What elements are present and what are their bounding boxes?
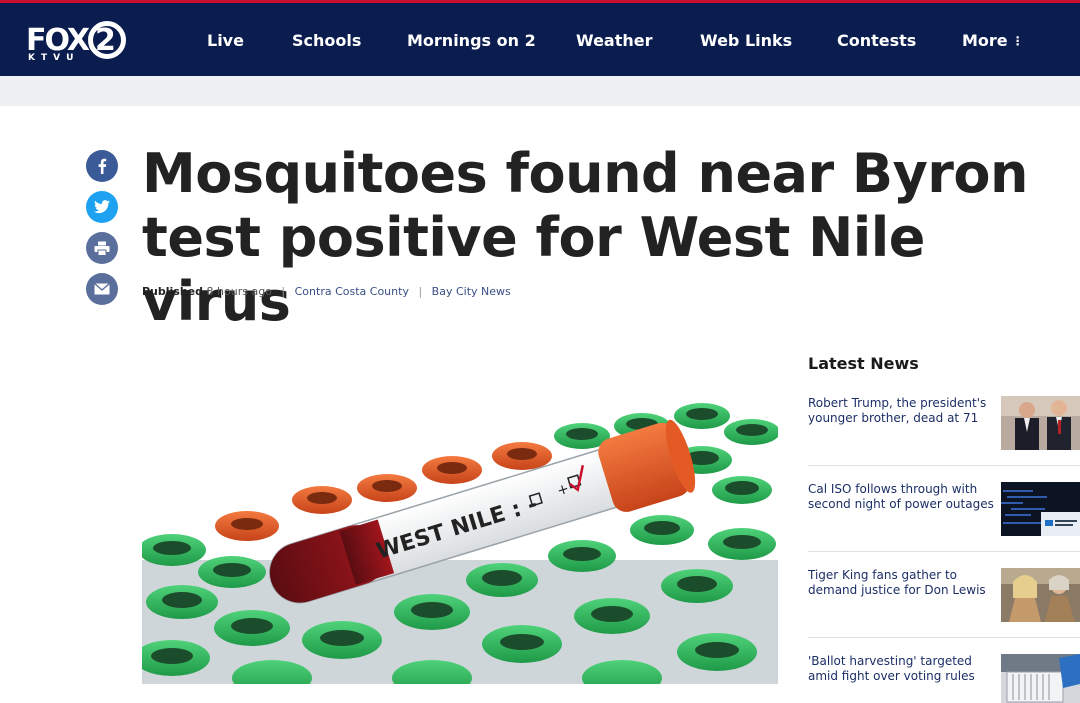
nav-more-label: More bbox=[962, 31, 1008, 50]
latest-news-thumbnail bbox=[1001, 568, 1080, 622]
share-email-button[interactable] bbox=[86, 273, 118, 305]
fox-ktvu-logo[interactable]: FOX 2 KTVU bbox=[26, 19, 130, 65]
source-link[interactable]: Bay City News bbox=[432, 285, 511, 298]
article-meta: Published 8 hours ago | Contra Costa Cou… bbox=[142, 285, 511, 298]
nav-contests[interactable]: Contests bbox=[837, 31, 916, 51]
nav-schools[interactable]: Schools bbox=[292, 31, 361, 51]
twitter-icon bbox=[94, 200, 110, 214]
published-time: 8 hours ago bbox=[206, 285, 272, 298]
facebook-icon bbox=[98, 158, 107, 174]
logo-number: 2 bbox=[95, 23, 116, 58]
latest-news-headline: Tiger King fans gather to demand justice… bbox=[808, 568, 986, 597]
latest-news-headline: Robert Trump, the president's younger br… bbox=[808, 396, 987, 425]
latest-news-item[interactable]: 'Ballot harvesting' targeted amid fight … bbox=[808, 654, 1080, 703]
ad-strip bbox=[0, 76, 1080, 106]
nav-more[interactable]: More ⋮ bbox=[962, 31, 1024, 51]
latest-news-thumbnail bbox=[1001, 654, 1080, 703]
share-twitter-button[interactable] bbox=[86, 191, 118, 223]
latest-news-title: Latest News bbox=[808, 354, 919, 373]
share-print-button[interactable] bbox=[86, 232, 118, 264]
nav-live[interactable]: Live bbox=[207, 31, 244, 51]
latest-news-item[interactable]: Tiger King fans gather to demand justice… bbox=[808, 568, 1080, 638]
more-vertical-icon: ⋮ bbox=[1011, 34, 1024, 48]
article-headline: Mosquitoes found near Byron test positiv… bbox=[142, 142, 1028, 333]
latest-news-thumbnail bbox=[1001, 482, 1080, 536]
list-divider bbox=[808, 551, 1080, 552]
site-header: FOX 2 KTVU Live Schools Mornings on 2 We… bbox=[0, 3, 1080, 76]
test-tubes-illustration: WEST NILE : - + bbox=[142, 340, 778, 684]
meta-separator: | bbox=[418, 285, 423, 298]
list-divider bbox=[808, 465, 1080, 466]
category-link[interactable]: Contra Costa County bbox=[295, 285, 409, 298]
share-facebook-button[interactable] bbox=[86, 150, 118, 182]
email-icon bbox=[94, 283, 110, 295]
nav-mornings-on-2[interactable]: Mornings on 2 bbox=[407, 31, 536, 51]
list-divider bbox=[808, 637, 1080, 638]
latest-news-headline: 'Ballot harvesting' targeted amid fight … bbox=[808, 654, 975, 683]
logo-station: KTVU bbox=[28, 53, 80, 63]
nav-web-links[interactable]: Web Links bbox=[700, 31, 792, 51]
latest-news-item[interactable]: Robert Trump, the president's younger br… bbox=[808, 396, 1080, 466]
latest-news-item[interactable]: Cal ISO follows through with second nigh… bbox=[808, 482, 1080, 552]
latest-news-headline: Cal ISO follows through with second nigh… bbox=[808, 482, 994, 511]
print-icon bbox=[94, 241, 110, 256]
meta-separator: | bbox=[281, 285, 286, 298]
latest-news-thumbnail bbox=[1001, 396, 1080, 450]
published-label: Published bbox=[142, 285, 204, 298]
article-hero-image: WEST NILE : - + bbox=[142, 340, 778, 684]
nav-weather[interactable]: Weather bbox=[576, 31, 653, 51]
